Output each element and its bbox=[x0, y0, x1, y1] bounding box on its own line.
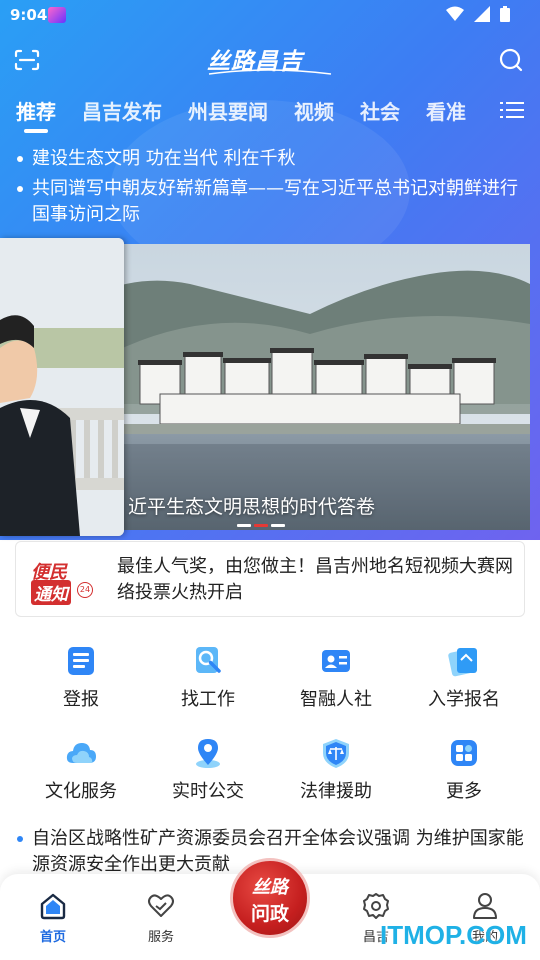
service-label: 找工作 bbox=[181, 689, 235, 710]
service-label: 智融人社 bbox=[300, 689, 372, 710]
active-tab-indicator bbox=[24, 129, 48, 133]
carousel-dot[interactable] bbox=[271, 524, 285, 527]
service-item-more[interactable]: 更多 bbox=[404, 737, 524, 807]
wifi-icon bbox=[446, 6, 464, 21]
signal-icon bbox=[474, 6, 490, 22]
home-icon bbox=[40, 893, 66, 920]
battery-icon bbox=[500, 6, 510, 22]
service-item-legal-aid[interactable]: 法律援助 bbox=[276, 737, 396, 807]
nav-service[interactable]: 服务 bbox=[131, 892, 191, 948]
banner-caption: 近平生态文明思想的时代答卷 bbox=[128, 496, 376, 518]
service-label: 法律援助 bbox=[300, 781, 372, 802]
service-item-culture[interactable]: 文化服务 bbox=[21, 737, 141, 807]
service-item-zhirong[interactable]: 智融人社 bbox=[276, 645, 396, 715]
tab-changji-release[interactable]: 昌吉发布 bbox=[82, 96, 162, 125]
service-label: 登报 bbox=[63, 689, 99, 710]
silk-road-wenzheng-button[interactable]: 丝路 问政 bbox=[230, 858, 310, 938]
headline-item[interactable]: 共同谱写中朝友好崭新篇章——写在习近平总书记对朝鲜进行国事访问之际 bbox=[16, 176, 524, 228]
tab-society[interactable]: 社会 bbox=[360, 96, 400, 125]
service-label: 实时公交 bbox=[172, 781, 244, 802]
banner-slide-previous[interactable] bbox=[0, 238, 124, 536]
tab-video[interactable]: 视频 bbox=[294, 96, 334, 125]
nav-home[interactable]: 首页 bbox=[23, 892, 83, 948]
scales-icon bbox=[323, 739, 349, 768]
status-time: 9:04 bbox=[10, 6, 48, 24]
tab-kanzhun[interactable]: 看准 bbox=[426, 96, 466, 125]
app-logo: 丝路昌吉 bbox=[207, 42, 333, 78]
badge-number: 24 bbox=[77, 582, 93, 598]
tab-recommend[interactable]: 推荐 bbox=[16, 96, 56, 125]
convenience-notice-badge: 便民 通知 24 bbox=[29, 556, 95, 605]
banner-carousel[interactable]: 近平生态文明思想的时代答卷 bbox=[0, 238, 540, 536]
service-item-dengbao[interactable]: 登报 bbox=[21, 645, 141, 715]
user-icon bbox=[473, 893, 497, 919]
location-pin-icon bbox=[196, 739, 220, 768]
status-bar: 9:04 bbox=[0, 0, 540, 32]
notice-banner[interactable]: 便民 通知 24 最佳人气奖，由您做主！昌吉州地名短视频大赛网络投票火热开启 bbox=[15, 541, 525, 617]
scan-icon[interactable] bbox=[14, 48, 40, 72]
job-search-icon bbox=[196, 647, 221, 673]
carousel-dot[interactable] bbox=[237, 524, 251, 527]
status-icons bbox=[446, 6, 510, 22]
tab-county-news[interactable]: 州县要闻 bbox=[188, 96, 268, 125]
badge-line2: 通知 bbox=[31, 580, 71, 605]
gear-icon bbox=[363, 893, 389, 919]
cloud-icon bbox=[66, 743, 96, 763]
heart-hand-icon bbox=[148, 894, 174, 917]
nav-label: 服务 bbox=[147, 930, 174, 945]
channel-menu-icon[interactable] bbox=[500, 100, 524, 120]
service-label: 更多 bbox=[446, 781, 482, 802]
center-button-line2: 问政 bbox=[250, 903, 289, 925]
service-item-enrollment[interactable]: 入学报名 bbox=[404, 645, 524, 715]
search-icon[interactable] bbox=[498, 47, 524, 73]
logo-swoosh bbox=[208, 69, 332, 75]
service-label: 入学报名 bbox=[428, 689, 500, 710]
center-button-line1: 丝路 bbox=[252, 877, 288, 898]
headline-item[interactable]: 建设生态文明 功在当代 利在千秋 bbox=[16, 146, 524, 172]
service-item-bus[interactable]: 实时公交 bbox=[148, 737, 268, 807]
id-card-icon bbox=[322, 650, 350, 672]
notice-text[interactable]: 最佳人气奖，由您做主！昌吉州地名短视频大赛网络投票火热开启 bbox=[117, 554, 517, 606]
banner-portrait-image bbox=[0, 238, 124, 536]
headline-list: 建设生态文明 功在当代 利在千秋 共同谱写中朝友好崭新篇章——写在习近平总书记对… bbox=[16, 146, 524, 232]
more-grid-icon bbox=[451, 740, 477, 766]
service-item-find-job[interactable]: 找工作 bbox=[148, 645, 268, 715]
carousel-dot-active[interactable] bbox=[254, 524, 268, 527]
channel-tabs: 推荐 昌吉发布 州县要闻 视频 社会 看准 bbox=[0, 96, 540, 136]
header: 丝路昌吉 bbox=[0, 38, 540, 82]
watermark: ITMOP.COM bbox=[380, 920, 527, 950]
enrollment-icon bbox=[448, 648, 477, 677]
newspaper-icon bbox=[68, 647, 94, 675]
service-label: 文化服务 bbox=[45, 781, 117, 802]
nav-label: 首页 bbox=[39, 930, 66, 945]
carousel-pagination bbox=[237, 524, 285, 527]
notification-app-icon bbox=[48, 7, 66, 23]
